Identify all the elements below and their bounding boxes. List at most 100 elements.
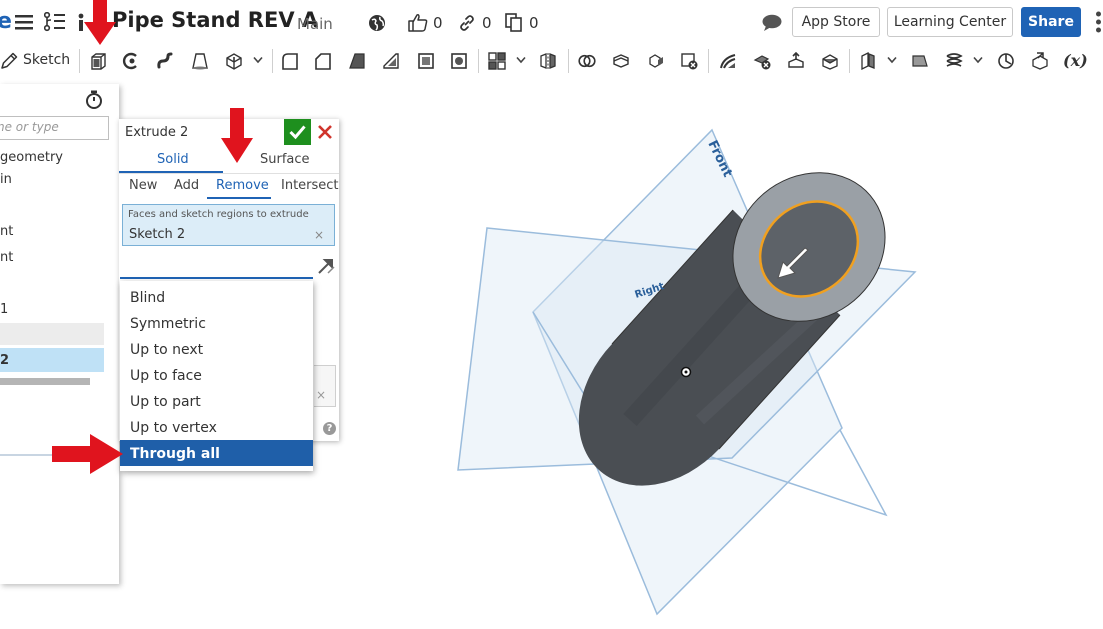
comment-icon[interactable] xyxy=(762,14,782,31)
feature-list-item[interactable]: geometry xyxy=(0,150,63,165)
faces-field-label: Faces and sketch regions to extrude xyxy=(128,209,309,220)
tab-divider xyxy=(119,173,339,174)
annotation-arrow-down xyxy=(221,108,253,163)
clear-selection-icon[interactable]: × xyxy=(316,388,326,402)
faces-field-value[interactable]: Sketch 2 xyxy=(129,227,185,242)
3d-viewport[interactable]: Front Right xyxy=(340,84,1103,629)
derived-icon[interactable] xyxy=(1031,52,1049,70)
sweep-icon[interactable] xyxy=(156,52,174,70)
transform-icon[interactable] xyxy=(646,52,664,70)
draft-icon[interactable] xyxy=(348,52,366,70)
helix-icon[interactable] xyxy=(945,52,963,70)
chevron-down-icon[interactable] xyxy=(973,56,983,64)
feature-list-item[interactable]: nt xyxy=(0,224,13,239)
menu-icon[interactable] xyxy=(15,14,33,30)
likes-count: 0 xyxy=(433,14,443,32)
toolbar-separator xyxy=(849,49,850,73)
shell-icon[interactable] xyxy=(417,52,435,70)
accept-button[interactable] xyxy=(284,119,311,145)
operation-remove[interactable]: Remove xyxy=(216,178,269,193)
end-type-select[interactable] xyxy=(120,254,313,279)
cancel-icon[interactable] xyxy=(314,121,336,143)
operation-tab-underline xyxy=(207,197,271,199)
sketch-button[interactable]: Sketch xyxy=(0,50,70,72)
extrude-icon[interactable] xyxy=(89,52,107,70)
mirror-icon[interactable] xyxy=(539,52,557,70)
option-symmetric[interactable]: Symmetric xyxy=(120,310,313,336)
option-up-to-face[interactable]: Up to face xyxy=(120,362,313,388)
toolbar-separator xyxy=(478,49,479,73)
rollback-bar[interactable] xyxy=(0,378,90,385)
operation-intersect[interactable]: Intersect xyxy=(281,178,339,193)
branch-list-icon[interactable] xyxy=(44,12,66,32)
share-button[interactable]: Share xyxy=(1021,7,1081,37)
feature-filter-input[interactable]: ne or type xyxy=(0,116,109,140)
learning-center-button[interactable]: Learning Center xyxy=(887,7,1013,37)
globe-icon[interactable] xyxy=(368,14,386,32)
revolve-icon[interactable] xyxy=(122,52,140,70)
chamfer-icon[interactable] xyxy=(314,52,332,70)
delete-part-icon[interactable] xyxy=(680,52,698,70)
help-icon[interactable]: ? xyxy=(323,422,336,435)
split-icon[interactable] xyxy=(612,52,630,70)
pencil-icon xyxy=(1,52,18,69)
rib-icon[interactable] xyxy=(382,52,400,70)
tab-solid[interactable]: Solid xyxy=(157,152,189,167)
logo-fragment[interactable]: e xyxy=(0,9,12,34)
copy-icon[interactable] xyxy=(505,13,522,32)
toolbar-separator xyxy=(708,49,709,73)
rollback-timer-icon[interactable] xyxy=(85,90,103,110)
variable-button[interactable]: (x) xyxy=(1063,51,1088,70)
like-icon[interactable] xyxy=(408,13,428,32)
toolbar-separator xyxy=(79,49,80,73)
clear-selection-icon[interactable]: × xyxy=(314,228,324,242)
toolbar-separator xyxy=(272,49,273,73)
dialog-title: Extrude 2 xyxy=(125,125,189,140)
measure-icon[interactable] xyxy=(997,52,1015,70)
option-through-all[interactable]: Through all xyxy=(120,440,313,466)
option-up-to-next[interactable]: Up to next xyxy=(120,336,313,362)
toolbar-separator xyxy=(568,49,569,73)
link-icon[interactable] xyxy=(459,15,475,31)
feature-list-item[interactable]: 1 xyxy=(0,302,8,317)
chevron-down-icon[interactable] xyxy=(887,56,897,64)
option-up-to-part[interactable]: Up to part xyxy=(120,388,313,414)
replace-face-icon[interactable] xyxy=(821,52,839,70)
thicken-icon[interactable] xyxy=(225,52,243,70)
copies-count: 0 xyxy=(529,14,539,32)
document-title[interactable]: Pipe Stand REV A xyxy=(112,8,318,32)
plane-icon[interactable] xyxy=(859,52,877,70)
annotation-arrow-down xyxy=(84,0,116,45)
annotation-arrow-right xyxy=(52,434,123,474)
chevron-down-icon[interactable] xyxy=(516,56,526,64)
help-glyph: ? xyxy=(326,423,333,434)
hole-icon[interactable] xyxy=(450,52,468,70)
app-store-button[interactable]: App Store xyxy=(792,7,880,37)
fillet-icon[interactable] xyxy=(281,52,299,70)
direction-arrow-icon[interactable] xyxy=(317,256,336,275)
more-options-icon[interactable] xyxy=(1094,10,1103,36)
check-icon xyxy=(289,125,306,140)
delete-face-icon[interactable] xyxy=(753,52,771,70)
feature-list-item[interactable]: nt xyxy=(0,250,13,265)
move-face-icon[interactable] xyxy=(787,52,805,70)
boolean-icon[interactable] xyxy=(578,52,596,70)
chevron-down-icon[interactable] xyxy=(253,56,263,64)
feature-list-item[interactable]: in xyxy=(0,172,12,187)
feature-list-row-highlight xyxy=(0,323,104,345)
feature-list-row-selected[interactable] xyxy=(0,348,104,372)
option-up-to-vertex[interactable]: Up to vertex xyxy=(120,414,313,440)
workspace-name[interactable]: Main xyxy=(297,15,333,33)
feature-list-item-active[interactable]: 2 xyxy=(0,353,9,368)
links-count: 0 xyxy=(482,14,492,32)
sketch-label: Sketch xyxy=(23,52,71,68)
mate-connector-icon[interactable] xyxy=(911,52,929,70)
option-blind[interactable]: Blind xyxy=(120,284,313,310)
operation-add[interactable]: Add xyxy=(174,178,199,193)
tab-surface[interactable]: Surface xyxy=(260,152,310,167)
modify-fillet-icon[interactable] xyxy=(719,52,737,70)
linear-pattern-icon[interactable] xyxy=(488,52,506,70)
operation-new[interactable]: New xyxy=(129,178,157,193)
loft-icon[interactable] xyxy=(191,52,209,70)
top-header: e Pipe Stand REV A Main 0 0 0 App Store … xyxy=(0,0,1103,44)
